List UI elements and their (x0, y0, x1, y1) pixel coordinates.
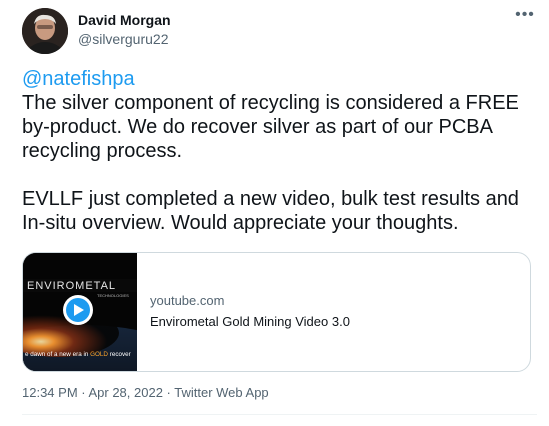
link-card[interactable]: ENVIROMETAL TECHNOLOGIES e dawn of a new… (22, 252, 531, 372)
more-horizontal-icon[interactable]: ••• (513, 7, 537, 28)
tweet-header: David Morgan @silverguru22 ••• (22, 6, 537, 54)
tweet-text: @natefishpa The silver component of recy… (22, 67, 537, 235)
divider (22, 414, 537, 415)
video-thumbnail[interactable]: ENVIROMETAL TECHNOLOGIES e dawn of a new… (23, 253, 137, 371)
play-icon[interactable] (63, 295, 93, 325)
tweet-paragraph: EVLLF just completed a new video, bulk t… (22, 188, 525, 234)
author-name[interactable]: David Morgan (78, 12, 171, 28)
thumbnail-brand: ENVIROMETAL (27, 280, 116, 292)
tweet-paragraph: The silver component of recycling is con… (22, 92, 525, 162)
card-info: youtube.com Envirometal Gold Mining Vide… (150, 293, 350, 329)
mention-link[interactable]: @natefishpa (22, 67, 537, 91)
tweet-timestamp[interactable]: 12:34 PM · Apr 28, 2022 · Twitter Web Ap… (22, 385, 269, 400)
card-title[interactable]: Envirometal Gold Mining Video 3.0 (150, 314, 350, 329)
tweet: David Morgan @silverguru22 ••• @natefish… (0, 0, 549, 426)
card-domain: youtube.com (150, 293, 225, 308)
avatar[interactable] (22, 8, 68, 54)
author-handle[interactable]: @silverguru22 (78, 31, 168, 47)
thumbnail-brand-sub: TECHNOLOGIES (97, 293, 129, 298)
thumbnail-tagline: e dawn of a new era in GOLD recover (25, 351, 131, 358)
